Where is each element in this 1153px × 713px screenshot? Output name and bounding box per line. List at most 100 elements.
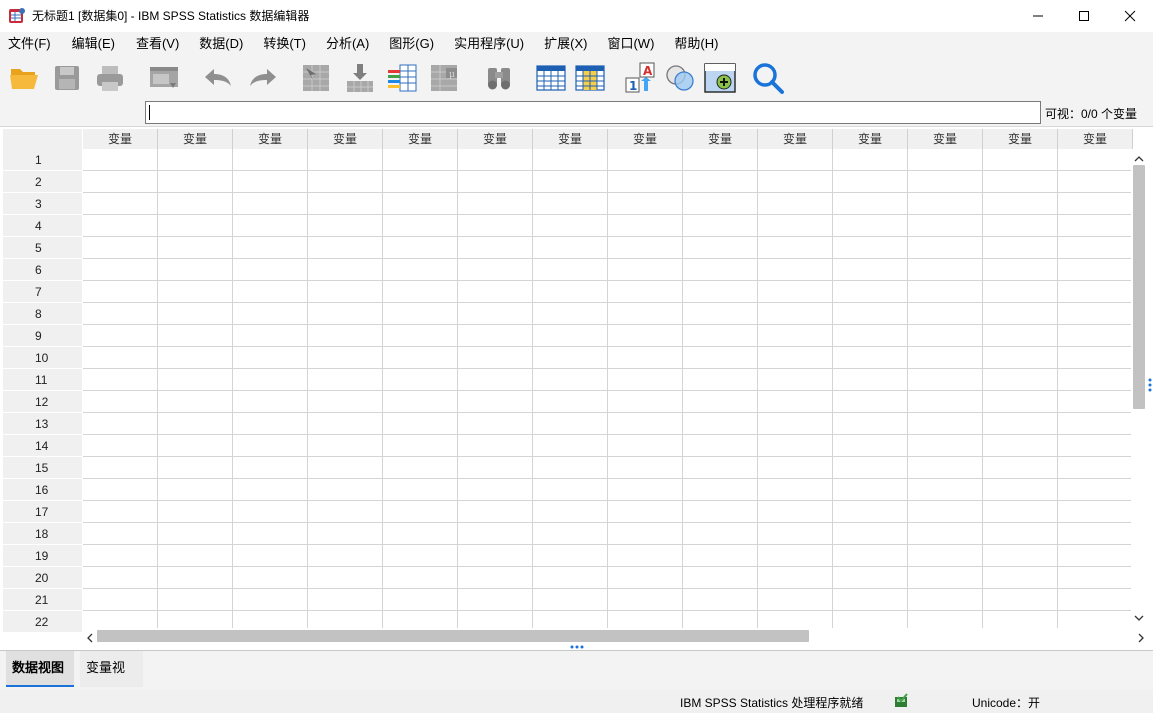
row-header[interactable]: 19 [3,545,82,567]
row-header[interactable]: 3 [3,193,82,215]
row-header[interactable]: 2 [3,171,82,193]
grid-corner[interactable] [3,129,82,149]
processor-ready-icon [893,693,909,712]
menu-help[interactable]: 帮助(H) [662,32,726,56]
spss-app-icon[interactable] [8,7,26,25]
variables-icon[interactable] [385,61,419,95]
row-header[interactable]: 10 [3,347,82,369]
column-header[interactable]: 变量 [908,129,983,149]
insert-variable-icon[interactable] [573,61,607,95]
scroll-up-icon[interactable] [1134,152,1144,166]
maximize-button[interactable] [1061,0,1107,31]
column-header[interactable]: 变量 [833,129,908,149]
column-header[interactable]: 变量 [608,129,683,149]
menu-extensions[interactable]: 扩展(X) [532,32,595,56]
horizontal-scroll-thumb[interactable] [97,630,809,642]
select-cases-icon[interactable] [663,61,697,95]
dialog-recall-icon[interactable] [147,61,181,95]
cell-editor-input[interactable] [145,101,1041,124]
cell-editor-row: 可视：0/0 个变量 [0,100,1153,126]
row-header[interactable]: 20 [3,567,82,589]
column-header[interactable]: 变量 [458,129,533,149]
menu-file[interactable]: 文件(F) [0,32,59,56]
close-button[interactable] [1107,0,1153,31]
search-icon[interactable] [751,61,785,95]
find-icon[interactable] [482,61,516,95]
goto-case-icon[interactable] [299,61,333,95]
row-header[interactable]: 8 [3,303,82,325]
grid-cells[interactable] [83,149,1131,628]
menu-window[interactable]: 窗口(W) [595,32,662,56]
row-header[interactable]: 21 [3,589,82,611]
menu-analyze[interactable]: 分析(A) [314,32,377,56]
column-header[interactable]: 变量 [383,129,458,149]
menu-bar: 文件(F) 编辑(E) 查看(V) 数据(D) 转换(T) 分析(A) 图形(G… [0,32,1153,56]
vertical-scrollbar[interactable] [1131,149,1147,628]
menu-graphs[interactable]: 图形(G) [377,32,442,56]
column-header[interactable]: 变量 [233,129,308,149]
horizontal-scrollbar[interactable] [83,628,1144,646]
scroll-right-icon[interactable] [1137,632,1145,646]
menu-view[interactable]: 查看(V) [123,32,187,56]
goto-variable-icon[interactable] [343,61,377,95]
row-header[interactable]: 4 [3,215,82,237]
column-header[interactable]: 变量 [758,129,833,149]
tab-variable-view[interactable]: 变量视图 [80,651,143,709]
save-icon[interactable] [50,61,84,95]
row-header[interactable]: 7 [3,281,82,303]
processor-status: IBM SPSS Statistics 处理程序就绪 [680,696,864,710]
view-tabs: 数据视图 变量视图 [0,650,1153,709]
row-header[interactable]: 12 [3,391,82,413]
value-labels-icon[interactable]: A1 [624,61,658,95]
row-header[interactable]: 17 [3,501,82,523]
column-headers: 变量 变量 变量 变量 变量 变量 变量 变量 变量 变量 变量 变量 变量 变量 [83,129,1133,149]
minimize-button[interactable] [1015,0,1061,31]
column-header[interactable]: 变量 [983,129,1058,149]
column-header[interactable]: 变量 [308,129,383,149]
window-title: 无标题1 [数据集0] - IBM SPSS Statistics 数据编辑器 [32,9,310,23]
horizontal-splitter-handle-icon[interactable] [570,645,584,649]
column-header[interactable]: 变量 [1058,129,1133,149]
vertical-splitter-handle-icon[interactable] [1148,378,1152,392]
column-header[interactable]: 变量 [533,129,608,149]
status-bar: IBM SPSS Statistics 处理程序就绪 Unicode：开 [0,690,1153,713]
menu-data[interactable]: 数据(D) [187,32,251,56]
undo-icon[interactable] [201,61,235,95]
tab-data-view[interactable]: 数据视图 [6,651,74,687]
row-header[interactable]: 18 [3,523,82,545]
insert-cases-icon[interactable] [534,61,568,95]
svg-text:1: 1 [629,79,637,93]
row-header[interactable]: 5 [3,237,82,259]
vertical-scroll-thumb[interactable] [1133,165,1145,409]
row-header[interactable]: 16 [3,479,82,501]
menu-edit[interactable]: 编辑(E) [59,32,123,56]
scroll-left-icon[interactable] [86,632,94,646]
row-header[interactable]: 11 [3,369,82,391]
row-header[interactable]: 9 [3,325,82,347]
row-header[interactable]: 13 [3,413,82,435]
visible-variable-count: 可视：0/0 个变量 [1045,107,1138,121]
row-header[interactable]: 14 [3,435,82,457]
row-headers: 1 2 3 4 5 6 7 8 9 10 11 12 13 14 15 16 17 18 19 20 21 22 [3,149,82,633]
unicode-status: Unicode：开 [972,696,1041,710]
menu-transform[interactable]: 转换(T) [251,32,314,56]
descriptives-icon[interactable]: μ [427,61,461,95]
row-header[interactable]: 1 [3,149,82,171]
row-header[interactable]: 15 [3,457,82,479]
column-header[interactable]: 变量 [683,129,758,149]
row-header[interactable]: 22 [3,611,82,633]
row-header[interactable]: 6 [3,259,82,281]
data-grid: 变量 变量 变量 变量 变量 变量 变量 变量 变量 变量 变量 变量 变量 变量 1 2 3 4 5 6 7 8 9 10… [0,126,1153,645]
svg-text:μ: μ [449,70,455,80]
title-bar: 无标题1 [数据集0] - IBM SPSS Statistics 数据编辑器 [0,0,1153,31]
window-controls [1015,0,1153,31]
redo-icon[interactable] [246,61,280,95]
open-folder-icon[interactable] [7,61,41,95]
column-header[interactable]: 变量 [83,129,158,149]
print-icon[interactable] [93,61,127,95]
scroll-down-icon[interactable] [1134,611,1144,625]
weight-cases-icon[interactable] [703,61,737,95]
column-header[interactable]: 变量 [158,129,233,149]
text-caret [149,105,150,120]
menu-utilities[interactable]: 实用程序(U) [442,32,532,56]
